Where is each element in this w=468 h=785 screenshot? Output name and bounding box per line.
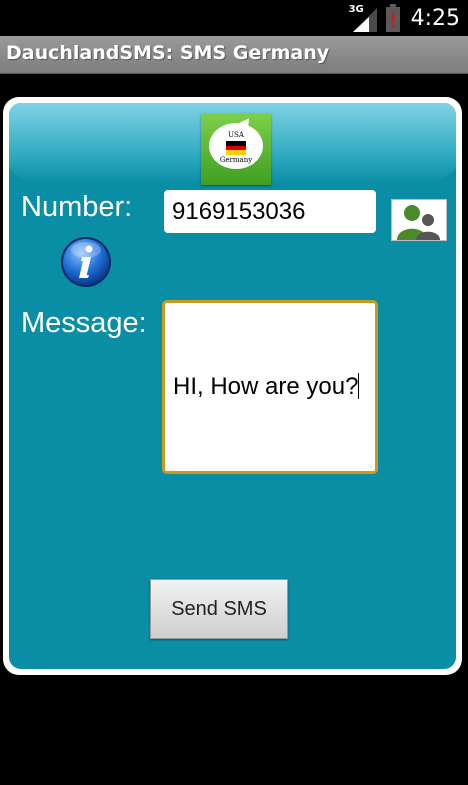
app-title: DauchlandSMS: SMS Germany [6, 42, 330, 64]
status-icons: 3G 4:25 [349, 0, 460, 36]
number-field[interactable] [164, 190, 376, 233]
status-bar: 3G 4:25 [0, 0, 468, 36]
logo-speech-bubble: USA Germany [209, 123, 263, 169]
contact-picker-button[interactable] [391, 199, 447, 241]
app-logo: USA Germany [201, 113, 271, 185]
logo-bottom-text: Germany [219, 156, 253, 164]
message-label: Message: [21, 307, 147, 339]
number-label: Number: [21, 191, 133, 223]
network-indicator: 3G [349, 4, 377, 32]
germany-flag-icon [226, 141, 246, 155]
message-text: HI, How are you? [173, 373, 360, 400]
app-title-bar: DauchlandSMS: SMS Germany [0, 36, 468, 74]
signal-icon [352, 8, 377, 32]
info-icon[interactable] [60, 236, 112, 288]
battery-icon [385, 4, 400, 32]
logo-top-text: USA [228, 131, 244, 139]
send-sms-button[interactable]: Send SMS [150, 579, 288, 639]
contacts-icon [397, 205, 440, 240]
clock: 4:25 [410, 5, 460, 31]
message-field[interactable]: HI, How are you? [162, 300, 378, 474]
main-panel-frame: USA Germany Number: 9169153036 Message: … [3, 97, 462, 675]
main-panel: USA Germany Number: 9169153036 Message: … [9, 103, 456, 669]
text-cursor [358, 373, 360, 399]
